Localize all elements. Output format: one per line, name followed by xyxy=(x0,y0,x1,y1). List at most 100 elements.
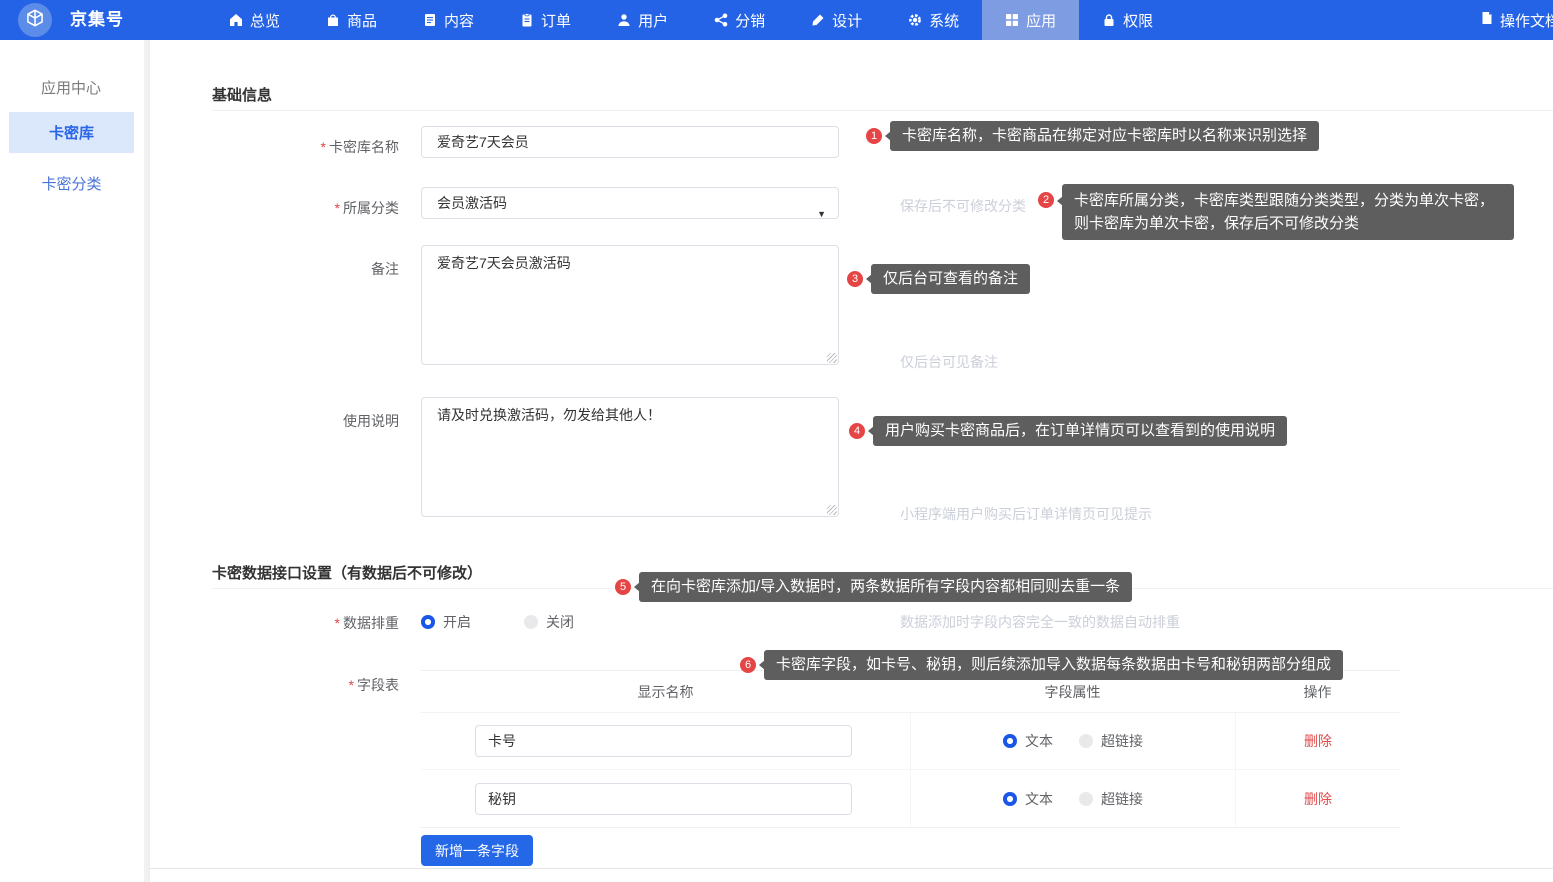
sidebar-item-card-key-library[interactable]: 卡密库 xyxy=(9,112,134,153)
radio-label: 文本 xyxy=(1025,789,1053,809)
nav-item-label: 内容 xyxy=(444,10,474,31)
remark-hint: 仅后台可见备注 xyxy=(900,352,998,372)
radio-selected-icon xyxy=(1003,734,1017,748)
content-icon xyxy=(423,13,437,27)
field-label-name: *卡密库名称 xyxy=(170,137,399,157)
attr-option-text[interactable]: 文本 xyxy=(1003,789,1053,809)
attr-option-text[interactable]: 文本 xyxy=(1003,731,1053,751)
radio-unselected-icon xyxy=(1079,734,1093,748)
nav-item-label: 商品 xyxy=(347,10,377,31)
dedupe-option-off[interactable]: 关闭 xyxy=(524,612,574,632)
nav-item-distribution[interactable]: 分销 xyxy=(691,0,788,40)
name-input[interactable] xyxy=(421,126,839,158)
nav-item-label: 总览 xyxy=(250,10,280,31)
required-asterisk: * xyxy=(321,139,326,155)
sidebar-scrollbar[interactable] xyxy=(144,40,149,882)
sidebar: 应用中心 卡密库 卡密分类 xyxy=(0,40,150,882)
nav-item-permissions[interactable]: 权限 xyxy=(1079,0,1176,40)
radio-label: 超链接 xyxy=(1101,789,1143,809)
radio-label: 超链接 xyxy=(1101,731,1143,751)
main-content: 基础信息 *卡密库名称 1 卡密库名称，卡密商品在绑定对应卡密库时以名称来识别选… xyxy=(150,40,1553,882)
callout-tooltip-6: 卡密库字段，如卡号、秘钥，则后续添加导入数据每条数据由卡号和秘钥两部分组成 xyxy=(764,650,1343,680)
required-asterisk: * xyxy=(349,677,354,693)
nav-item-system[interactable]: 系统 xyxy=(885,0,982,40)
callout-1: 1 卡密库名称，卡密商品在绑定对应卡密库时以名称来识别选择 xyxy=(866,121,1319,151)
field-name-input[interactable] xyxy=(475,725,852,757)
callout-3: 3 仅后台可查看的备注 xyxy=(847,264,1030,294)
nav-item-content[interactable]: 内容 xyxy=(400,0,497,40)
nav-item-label: 订单 xyxy=(541,10,571,31)
field-label-dedupe: *数据排重 xyxy=(170,613,399,633)
radio-label: 关闭 xyxy=(546,612,574,632)
table-row: 文本 超链接 删除 xyxy=(421,770,1400,827)
section-title-basic-info: 基础信息 xyxy=(212,84,272,105)
order-icon xyxy=(520,13,534,27)
lock-icon xyxy=(1102,13,1116,27)
field-label-category: *所属分类 xyxy=(170,198,399,218)
callout-tooltip-3: 仅后台可查看的备注 xyxy=(871,264,1030,294)
callout-4: 4 用户购买卡密商品后，在订单详情页可以查看到的使用说明 xyxy=(849,416,1287,446)
doc-link[interactable]: 操作文档 xyxy=(1480,0,1553,40)
brand-logo[interactable] xyxy=(18,3,52,37)
goods-icon xyxy=(326,13,340,27)
field-label-remark: 备注 xyxy=(170,259,399,279)
nav-item-apps[interactable]: 应用 xyxy=(982,0,1079,40)
dedupe-option-on[interactable]: 开启 xyxy=(421,612,471,632)
dedupe-hint: 数据添加时字段内容完全一致的数据自动排重 xyxy=(900,612,1180,632)
required-asterisk: * xyxy=(335,200,340,216)
nav-item-users[interactable]: 用户 xyxy=(594,0,691,40)
brand-name: 京集号 xyxy=(70,0,124,40)
radio-selected-icon xyxy=(421,615,435,629)
nav-item-label: 分销 xyxy=(735,10,765,31)
doc-link-label: 操作文档 xyxy=(1500,10,1553,31)
delete-link[interactable]: 删除 xyxy=(1304,789,1332,809)
field-name-input[interactable] xyxy=(475,783,852,815)
home-icon xyxy=(229,13,243,27)
document-icon xyxy=(1480,11,1494,29)
callout-tooltip-2: 卡密库所属分类，卡密库类型跟随分类类型，分类为单次卡密，则卡密库为单次卡密，保存… xyxy=(1062,184,1514,240)
nav-item-label: 设计 xyxy=(832,10,862,31)
section-title-data-interface: 卡密数据接口设置（有数据后不可修改） xyxy=(212,562,482,583)
dedupe-radio-group: 开启 关闭 xyxy=(421,612,574,632)
attr-option-hyperlink[interactable]: 超链接 xyxy=(1079,731,1143,751)
nav-item-design[interactable]: 设计 xyxy=(788,0,885,40)
callout-2: 2 卡密库所属分类，卡密库类型跟随分类类型，分类为单次卡密，则卡密库为单次卡密，… xyxy=(1038,184,1514,240)
column-header-display-name: 显示名称 xyxy=(421,682,910,702)
nav-item-label: 系统 xyxy=(929,10,959,31)
design-icon xyxy=(811,13,825,27)
sidebar-section-title: 应用中心 xyxy=(0,77,142,98)
apps-icon xyxy=(1005,13,1019,27)
share-icon xyxy=(714,13,728,27)
content-bottom-divider xyxy=(150,868,1553,869)
nav-item-label: 用户 xyxy=(638,10,668,31)
nav-item-label: 应用 xyxy=(1026,10,1056,31)
nav-item-orders[interactable]: 订单 xyxy=(497,0,594,40)
radio-unselected-icon xyxy=(524,615,538,629)
user-icon xyxy=(617,13,631,27)
callout-6: 6 卡密库字段，如卡号、秘钥，则后续添加导入数据每条数据由卡号和秘钥两部分组成 xyxy=(740,650,1343,680)
add-field-button[interactable]: 新增一条字段 xyxy=(421,835,533,866)
nav-menu: 总览 商品 内容 订单 用户 分销 设计 系统 xyxy=(206,0,1176,40)
field-label-usage: 使用说明 xyxy=(170,411,399,431)
attribute-radio-group: 文本 超链接 xyxy=(1003,789,1143,809)
remark-textarea[interactable]: 爱奇艺7天会员激活码 xyxy=(421,245,839,365)
callout-tooltip-1: 卡密库名称，卡密商品在绑定对应卡密库时以名称来识别选择 xyxy=(890,121,1319,151)
cube-logo-icon xyxy=(26,9,44,32)
delete-link[interactable]: 删除 xyxy=(1304,731,1332,751)
nav-item-goods[interactable]: 商品 xyxy=(303,0,400,40)
radio-unselected-icon xyxy=(1079,792,1093,806)
callout-badge-4: 4 xyxy=(849,423,865,439)
usage-textarea[interactable]: 请及时兑换激活码，勿发给其他人！ xyxy=(421,397,839,517)
radio-label: 开启 xyxy=(443,612,471,632)
nav-item-overview[interactable]: 总览 xyxy=(206,0,303,40)
attr-option-hyperlink[interactable]: 超链接 xyxy=(1079,789,1143,809)
radio-label: 文本 xyxy=(1025,731,1053,751)
callout-tooltip-5: 在向卡密库添加/导入数据时，两条数据所有字段内容都相同则去重一条 xyxy=(639,572,1132,602)
category-select[interactable]: 会员激活码 ▼ xyxy=(421,187,839,219)
callout-badge-6: 6 xyxy=(740,657,756,673)
field-table: 显示名称 字段属性 操作 文本 超链接 删除 xyxy=(421,670,1400,828)
sidebar-item-card-key-category[interactable]: 卡密分类 xyxy=(9,168,134,198)
attribute-radio-group: 文本 超链接 xyxy=(1003,731,1143,751)
gear-icon xyxy=(908,13,922,27)
section-divider xyxy=(212,110,1553,111)
